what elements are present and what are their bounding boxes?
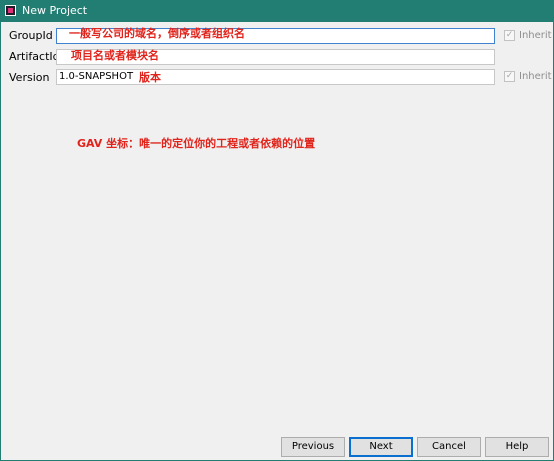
artifact-id-label: ArtifactId [9,50,60,63]
cancel-button[interactable]: Cancel [417,437,481,457]
window-title: New Project [22,4,88,17]
checkmark-icon: ✓ [504,30,515,41]
previous-button[interactable]: Previous [281,437,345,457]
version-input[interactable]: 1.0-SNAPSHOT [56,69,495,85]
help-button[interactable]: Help [485,437,549,457]
version-label: Version [9,71,50,84]
intellij-idea-icon [5,5,16,16]
artifact-id-annotation: 项目名或者模块名 [71,49,159,62]
group-id-inherit-label: Inherit [519,30,552,41]
version-annotation: 版本 [139,71,161,84]
next-button[interactable]: Next [349,437,413,457]
title-bar[interactable]: New Project [0,0,554,22]
version-inherit-label: Inherit [519,71,552,82]
checkmark-icon: ✓ [504,71,515,82]
gav-note: GAV 坐标：唯一的定位你的工程或者依赖的位置 [77,137,316,150]
dialog-content: GroupId 一般写公司的域名，倒序或者组织名 ✓ Inherit Artif… [0,22,554,461]
group-id-label: GroupId [9,29,53,42]
group-id-annotation: 一般写公司的域名，倒序或者组织名 [69,27,245,40]
